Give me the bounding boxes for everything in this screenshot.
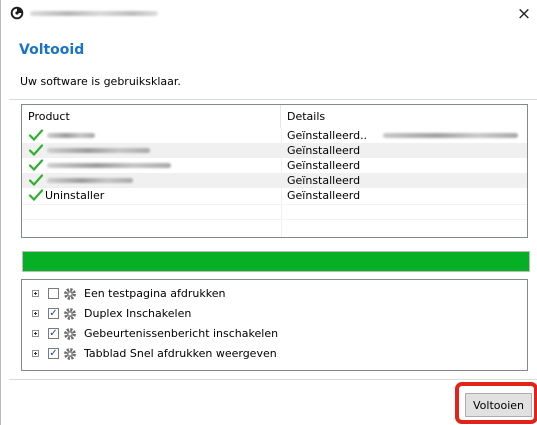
option-item[interactable]: Een testpagina afdrukken <box>22 285 527 303</box>
option-checkbox[interactable]: ✓ <box>48 308 59 319</box>
column-header-details[interactable]: Details <box>281 105 527 128</box>
expand-icon[interactable] <box>32 310 39 317</box>
check-icon <box>29 174 43 186</box>
option-label: Tabblad Snel afdrukken weergeven <box>84 347 277 360</box>
check-icon <box>29 159 43 171</box>
page-title: Voltooid <box>19 42 85 58</box>
gear-icon <box>64 308 76 320</box>
details-text: Geïnstalleerd.. <box>287 129 368 142</box>
details-cell: Geïnstalleerd <box>287 143 525 158</box>
details-text: Geïnstalleerd <box>287 189 361 202</box>
empty-row <box>22 204 527 220</box>
expand-icon[interactable] <box>32 350 39 357</box>
page-subtitle: Uw software is gebruiksklaar. <box>20 75 181 88</box>
product-cell <box>26 158 281 173</box>
details-cell: Geïnstalleerd.. <box>287 128 525 143</box>
product-name: Uninstaller <box>45 189 105 202</box>
details-text: Geïnstalleerd <box>287 159 361 172</box>
product-cell <box>26 128 281 143</box>
product-name-redacted <box>47 178 133 183</box>
table-row[interactable]: Uninstaller Geïnstalleerd <box>22 188 527 203</box>
check-icon <box>29 189 43 201</box>
close-button[interactable]: × <box>510 0 537 28</box>
highlight-marker <box>455 382 537 424</box>
window-title-redacted <box>30 11 158 16</box>
check-icon <box>29 129 43 141</box>
column-header-product[interactable]: Product <box>22 105 281 128</box>
details-redacted <box>383 133 518 138</box>
expand-icon[interactable] <box>32 330 39 337</box>
check-icon <box>29 144 43 156</box>
product-cell <box>26 173 281 188</box>
option-label: Gebeurtenissenbericht inschakelen <box>84 327 279 340</box>
option-checkbox[interactable]: ✓ <box>48 348 59 359</box>
option-label: Een testpagina afdrukken <box>84 287 226 300</box>
details-cell: Geïnstalleerd <box>287 173 525 188</box>
details-text: Geïnstalleerd <box>287 144 361 157</box>
table-row[interactable]: Geïnstalleerd <box>22 173 527 188</box>
option-item[interactable]: ✓ Tabblad Snel afdrukken weergeven <box>22 345 527 363</box>
option-item[interactable]: ✓ Duplex Inschakelen <box>22 305 527 323</box>
product-name-redacted <box>47 148 150 153</box>
option-checkbox[interactable]: ✓ <box>48 328 59 339</box>
table-row[interactable]: Geïnstalleerd <box>22 158 527 173</box>
product-name-redacted <box>47 163 171 168</box>
gear-icon <box>64 348 76 360</box>
divider <box>9 379 537 380</box>
product-table[interactable]: Product Details Geïnstalleerd.. Geïnstal… <box>21 104 528 238</box>
options-list[interactable]: Een testpagina afdrukken ✓ Duplex Inscha… <box>21 279 528 371</box>
install-progress-bar <box>22 251 530 272</box>
details-cell: Geïnstalleerd <box>287 188 525 203</box>
expand-icon[interactable] <box>32 290 39 297</box>
product-cell <box>26 143 281 158</box>
details-cell: Geïnstalleerd <box>287 158 525 173</box>
option-item[interactable]: ✓ Gebeurtenissenbericht inschakelen <box>22 325 527 343</box>
option-label: Duplex Inschakelen <box>84 307 192 320</box>
empty-row <box>22 219 527 235</box>
title-bar: × <box>1 0 537 28</box>
progress-fill <box>23 252 529 271</box>
table-row[interactable]: Geïnstalleerd.. <box>22 128 527 143</box>
installer-window: × Voltooid Uw software is gebruiksklaar.… <box>0 0 537 425</box>
gear-icon <box>64 288 76 300</box>
table-row[interactable]: Geïnstalleerd <box>22 143 527 158</box>
gear-icon <box>64 328 76 340</box>
details-text: Geïnstalleerd <box>287 174 361 187</box>
option-checkbox[interactable] <box>48 288 59 299</box>
product-name-redacted <box>47 133 95 138</box>
app-logo-icon <box>10 6 24 20</box>
divider <box>9 99 537 100</box>
product-cell: Uninstaller <box>26 188 281 203</box>
